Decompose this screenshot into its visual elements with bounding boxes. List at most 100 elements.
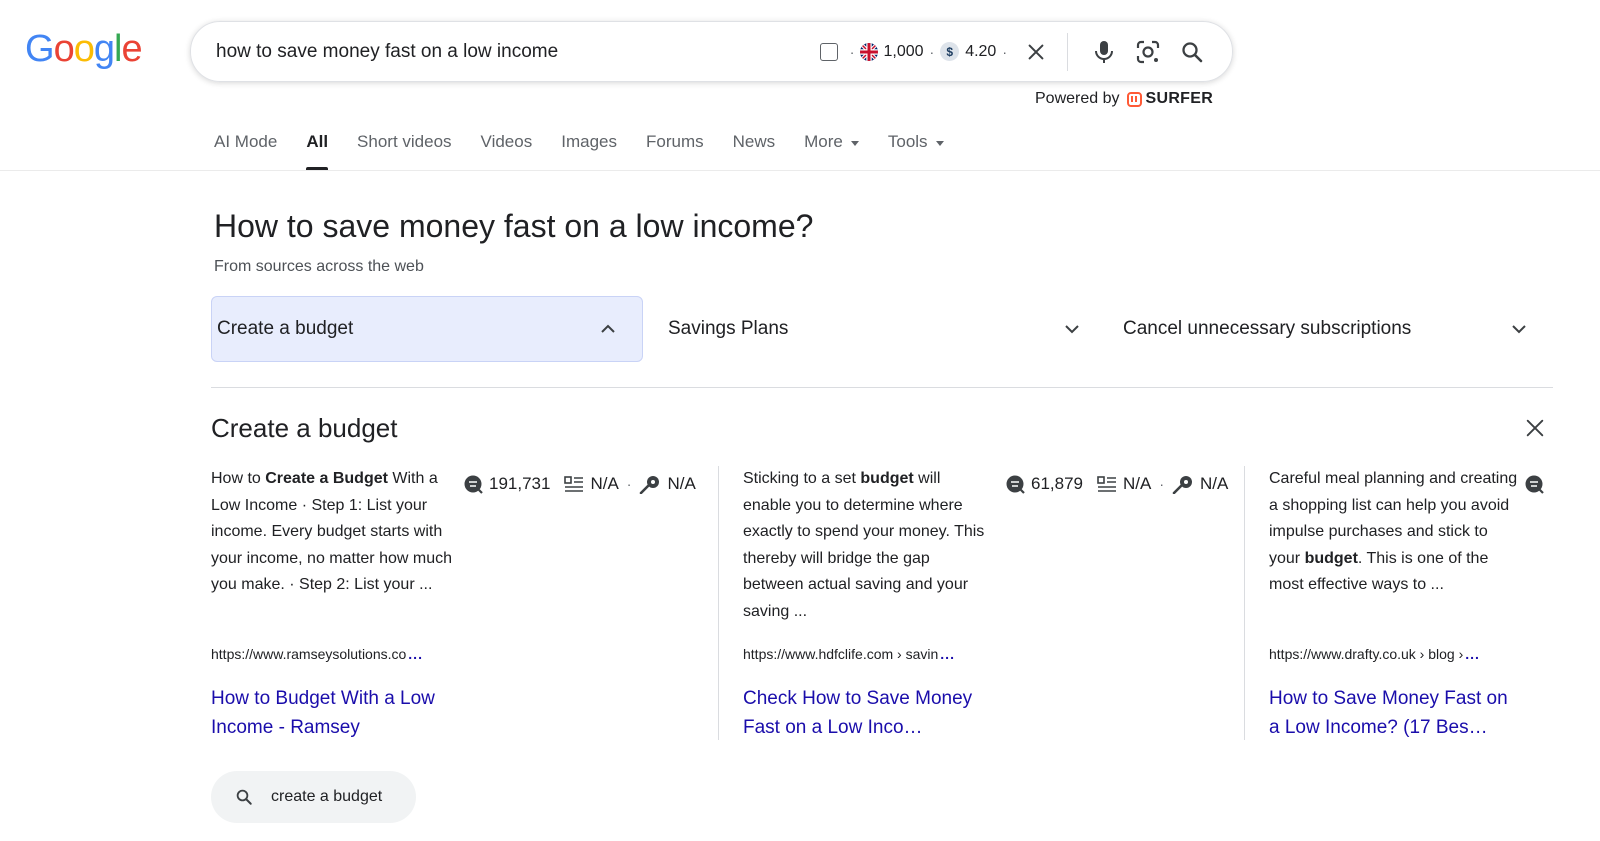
- tab-videos[interactable]: Videos: [481, 132, 533, 172]
- panel-title: Create a budget: [211, 413, 398, 443]
- search-icon: [235, 788, 253, 806]
- tab-more[interactable]: More: [804, 132, 859, 172]
- source-cards: How to Create a Budget With a Low Income…: [211, 466, 1553, 746]
- topic-chips: Create a budget Savings Plans Cancel unn…: [211, 296, 1553, 362]
- logo-letter: e: [121, 28, 142, 70]
- chip-savings-plans[interactable]: Savings Plans: [663, 296, 1106, 362]
- related-search-pill[interactable]: create a budget: [211, 771, 417, 823]
- close-icon[interactable]: [1520, 413, 1550, 443]
- traffic-icon: [1524, 474, 1544, 494]
- separator-dot: ·: [849, 43, 855, 60]
- keywords-icon: [639, 474, 661, 494]
- logo-letter: l: [113, 28, 123, 70]
- card-snippet: How to Create a Budget With a Low Income…: [211, 470, 452, 594]
- chip-create-a-budget[interactable]: Create a budget: [211, 296, 643, 362]
- traffic-icon: [1005, 474, 1025, 494]
- source-url[interactable]: https://www.drafty.co.uk › blog ›...: [1269, 646, 1480, 662]
- tab-news[interactable]: News: [733, 132, 776, 172]
- surfer-logo-icon: [1126, 91, 1142, 107]
- source-url[interactable]: https://www.hdfclife.com › savin...: [743, 646, 955, 662]
- word-count-icon: [564, 475, 584, 493]
- tab-label: All: [306, 132, 329, 151]
- tab-images[interactable]: Images: [561, 132, 617, 172]
- search-divider: [1067, 32, 1068, 71]
- chip-label: Savings Plans: [668, 318, 789, 339]
- tab-label: Short videos: [357, 132, 452, 151]
- logo-letter: o: [53, 28, 75, 70]
- card-metrics: 61,879 N/A · N/A: [1005, 474, 1228, 494]
- card-divider: [718, 466, 719, 740]
- chevron-up-icon: [600, 318, 616, 340]
- word-count-value: N/A: [590, 474, 619, 493]
- tab-label: Forums: [645, 132, 704, 151]
- tab-tools[interactable]: Tools: [888, 132, 944, 172]
- keywords-icon: [1172, 474, 1194, 494]
- chevron-down-icon: [1064, 318, 1080, 340]
- card-snippet: Careful meal planning and creating a sho…: [1269, 470, 1518, 594]
- surfer-brand: SURFER: [1145, 90, 1214, 107]
- card-metrics: 191,731 N/A · N/A: [463, 474, 696, 494]
- keywords-value: N/A: [1200, 474, 1229, 493]
- source-card: Sticking to a set budget will enable you…: [743, 466, 1243, 740]
- keyword-select-checkbox[interactable]: [819, 42, 838, 61]
- traffic-value: 61,879: [1031, 474, 1083, 493]
- separator-dot: ·: [1002, 43, 1007, 60]
- tab-short-videos[interactable]: Short videos: [357, 132, 452, 172]
- result-link[interactable]: How to Save Money Fast on a Low Income? …: [1269, 684, 1521, 742]
- question-subtitle: From sources across the web: [214, 258, 424, 275]
- word-count-value: N/A: [1123, 474, 1152, 493]
- chevron-down-icon: [1511, 318, 1527, 340]
- related-search-label: create a budget: [271, 788, 383, 805]
- chip-cancel-subscriptions[interactable]: Cancel unnecessary subscriptions: [1118, 296, 1553, 362]
- traffic-icon: [463, 474, 483, 494]
- separator-dot: ·: [929, 43, 935, 60]
- search-tabs: AI Mode All Short videos Videos Images Forums…: [214, 132, 973, 172]
- keywords-value: N/A: [667, 474, 696, 493]
- section-divider: [211, 387, 1553, 388]
- search-box-actions: · 1,000 · $ 4.20 ·: [819, 22, 1214, 81]
- tab-label: Videos: [480, 132, 533, 151]
- source-url[interactable]: https://www.ramseysolutions.co...: [211, 646, 423, 662]
- powered-by-label: Powered by: [1035, 90, 1120, 107]
- card-metrics: [1524, 474, 1550, 494]
- more-options-icon[interactable]: ...: [408, 646, 423, 662]
- search-volume-value: 1,000: [883, 42, 924, 60]
- uk-flag-icon: [860, 42, 879, 61]
- camera-lens-icon[interactable]: [1126, 30, 1170, 74]
- source-card: Careful meal planning and creating a sho…: [1269, 466, 1553, 740]
- tab-forums[interactable]: Forums: [646, 132, 704, 172]
- tab-ai-mode[interactable]: AI Mode: [214, 132, 277, 172]
- question-title: How to save money fast on a low income?: [214, 208, 814, 244]
- logo-letter: G: [25, 28, 55, 70]
- caret-down-icon: [935, 141, 944, 146]
- separator-dot: ·: [1159, 476, 1165, 492]
- cpc-value: 4.20: [965, 42, 997, 60]
- search-input[interactable]: [216, 22, 776, 81]
- card-divider: [1244, 466, 1245, 740]
- result-link[interactable]: How to Budget With a Low Income - Ramsey: [211, 684, 463, 742]
- logo-letter: o: [73, 28, 95, 70]
- close-icon[interactable]: [1021, 37, 1051, 67]
- search-volume: 1,000: [860, 42, 924, 61]
- cpc-value-group: $ 4.20: [940, 42, 996, 61]
- card-snippet: Sticking to a set budget will enable you…: [743, 470, 985, 620]
- dollar-icon: $: [940, 42, 960, 61]
- search-box: · 1,000 · $ 4.20 ·: [190, 21, 1233, 82]
- tabs-divider: [0, 170, 1600, 171]
- search-icon[interactable]: [1170, 30, 1214, 74]
- microphone-icon[interactable]: [1082, 30, 1126, 74]
- logo-letter: g: [93, 28, 115, 70]
- tab-label: Images: [561, 132, 617, 151]
- chip-label: Create a budget: [217, 318, 354, 339]
- tab-label: News: [732, 132, 776, 151]
- tab-label: More: [804, 132, 843, 151]
- google-logo[interactable]: Google: [25, 28, 143, 70]
- tab-all[interactable]: All: [306, 132, 328, 172]
- result-link[interactable]: Check How to Save Money Fast on a Low In…: [743, 684, 999, 742]
- powered-by-surfer[interactable]: Powered by SURFER: [1035, 90, 1213, 108]
- source-card: How to Create a Budget With a Low Income…: [211, 466, 731, 740]
- tab-label: AI Mode: [214, 132, 278, 151]
- more-options-icon[interactable]: ...: [940, 646, 955, 662]
- more-options-icon[interactable]: ...: [1465, 646, 1480, 662]
- traffic-value: 191,731: [489, 474, 551, 493]
